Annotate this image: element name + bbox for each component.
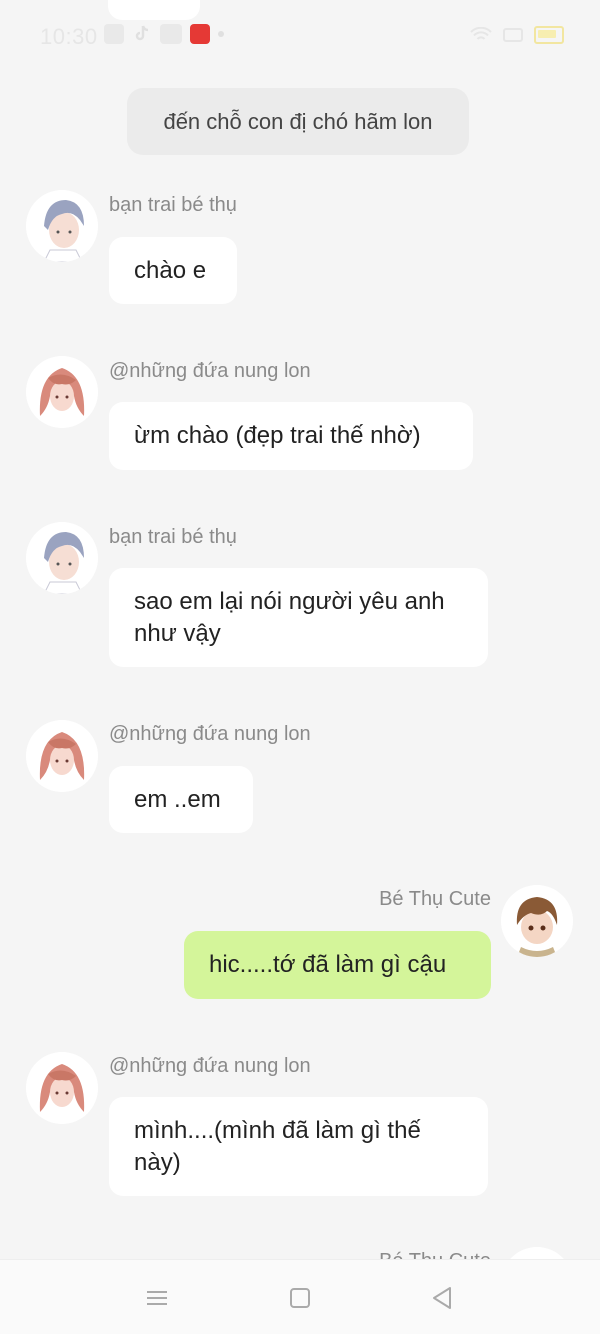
back-triangle-icon[interactable]	[428, 1284, 456, 1312]
avatar-male[interactable]	[26, 190, 98, 262]
message-bubble[interactable]: ừm chào (đẹp trai thế nhờ)	[109, 402, 473, 470]
sender-name: bạn trai bé thụ	[109, 194, 237, 216]
mangatoon-icon	[190, 24, 210, 44]
navigation-bar	[0, 1259, 600, 1334]
home-square-icon[interactable]	[286, 1284, 314, 1312]
previous-message-stub	[108, 0, 200, 20]
sender-name: @những đứa nung lon	[109, 723, 311, 745]
message-bubble-self[interactable]: hic.....tớ đã làm gì cậu	[184, 931, 491, 999]
avatar-female-pink-hair-icon	[26, 1052, 98, 1124]
system-message: đến chỗ con đị chó hãm lon	[127, 88, 469, 155]
battery-icon	[534, 26, 564, 44]
menu-icon[interactable]	[143, 1284, 171, 1312]
avatar-female[interactable]	[26, 720, 98, 792]
app-icon	[160, 24, 182, 44]
cast-icon	[503, 28, 523, 42]
avatar-boy-brown-hair-icon	[501, 885, 573, 957]
message-bubble[interactable]: em ..em	[109, 766, 253, 833]
message-bubble[interactable]: chào e	[109, 237, 237, 304]
status-bar: 10:30	[0, 0, 600, 70]
sender-name: bạn trai bé thụ	[109, 526, 237, 548]
avatar-male-silver-hair-icon	[26, 522, 98, 594]
avatar-male[interactable]	[26, 522, 98, 594]
status-time: 10:30	[40, 24, 98, 49]
sender-name: @những đứa nung lon	[109, 1055, 311, 1077]
sender-name: Bé Thụ Cute	[379, 888, 491, 910]
avatar-female-pink-hair-icon	[26, 720, 98, 792]
notification-icons	[104, 24, 224, 44]
system-icons	[470, 26, 564, 44]
youtube-icon	[104, 24, 124, 44]
message-bubble[interactable]: mình....(mình đã làm gì thế này)	[109, 1097, 488, 1196]
avatar-female[interactable]	[26, 356, 98, 428]
avatar-female-pink-hair-icon	[26, 356, 98, 428]
avatar-male-silver-hair-icon	[26, 190, 98, 262]
tiktok-icon	[132, 24, 152, 44]
avatar-female[interactable]	[26, 1052, 98, 1124]
wifi-icon	[470, 27, 492, 40]
message-bubble[interactable]: sao em lại nói người yêu anh như vậy	[109, 568, 488, 667]
sender-name: @những đứa nung lon	[109, 360, 311, 382]
dot-icon	[218, 31, 224, 37]
avatar-self[interactable]	[501, 885, 573, 957]
